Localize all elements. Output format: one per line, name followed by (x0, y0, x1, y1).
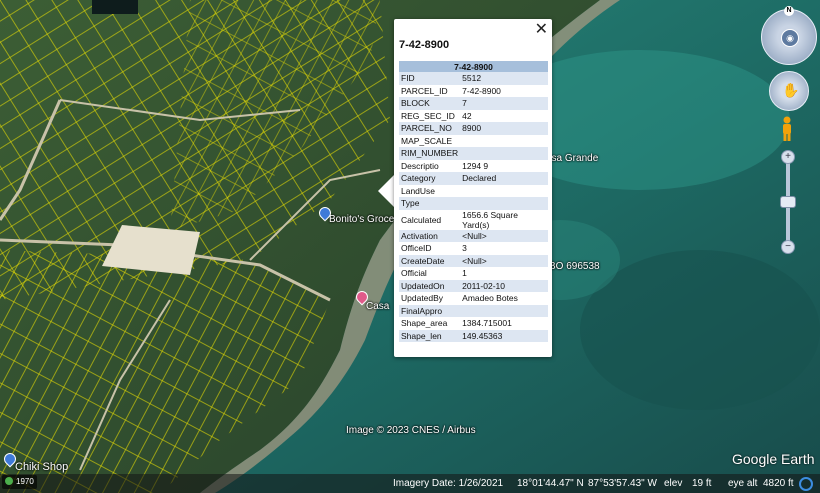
attribute-value: 149.45363 (460, 329, 548, 342)
attribute-key: Type (399, 197, 461, 210)
historical-imagery-badge[interactable]: 1970 (2, 475, 37, 489)
attribute-row: Activation <Null> (399, 229, 548, 242)
attribute-value: 3 (462, 243, 467, 254)
attribute-row: UpdatedOn 2011-02-10 (399, 279, 548, 292)
attribute-value: 1656.6 Square Yard(s) (462, 209, 518, 230)
zoom-out-button[interactable]: − (781, 240, 795, 254)
attribute-value: Amadeo Botes (462, 293, 518, 304)
attribute-value: 8900 (460, 122, 548, 135)
popup-title: 7-42-8900 (399, 39, 450, 51)
attribute-value: <Null> (460, 229, 548, 242)
attribute-row: CreateDate <Null> (399, 254, 548, 267)
attribute-key: Shape_area (401, 318, 448, 329)
attribute-row: LandUse (399, 185, 548, 198)
attribute-key: REG_SEC_ID (401, 110, 455, 121)
attribute-row: FinalAppro (399, 304, 548, 317)
attribute-row: OfficeID 3 (399, 242, 548, 255)
google-earth-logo: Google Earth (732, 451, 815, 467)
pan-control[interactable]: ✋ (769, 71, 809, 111)
attribute-value: 42 (462, 110, 472, 121)
attribute-value (460, 147, 548, 160)
map-label-bonitos: Bonito's Groce (329, 214, 395, 225)
attribute-row: PARCEL_ID 7-42-8900 (399, 85, 548, 98)
attribute-value: 1384.715001 (462, 318, 512, 329)
zoom-slider-thumb[interactable] (780, 196, 796, 208)
parcel-info-popup: ✕ 7-42-8900 7-42-8900 FID 5512 PARCEL_ID 7-… (394, 19, 552, 357)
attribute-value: Declared (460, 172, 548, 185)
attribute-key: RIM_NUMBER (399, 147, 461, 160)
attribute-key: Descriptio (401, 160, 439, 171)
attribute-key: Activation (399, 229, 461, 242)
attribute-key: UpdatedBy (401, 293, 444, 304)
imagery-date: Imagery Date: 1/26/2021 (393, 478, 504, 489)
attribute-row: FID 5512 (399, 72, 548, 85)
pegman-icon[interactable] (780, 116, 794, 142)
attribute-key: FinalAppro (399, 304, 461, 317)
attribute-value (460, 185, 548, 198)
map-label-bo-number: BO 696538 (549, 261, 600, 272)
attribute-row: Shape_area 1384.715001 (399, 317, 548, 330)
attribute-value: 1 (462, 268, 467, 279)
compass-control[interactable]: N ◉ (761, 6, 817, 65)
attribute-value: 1294 9 (462, 160, 489, 171)
attribute-key: Shape_len (399, 329, 461, 342)
elevation-label: elev (664, 478, 683, 489)
eye-alt-value: 4820 ft (763, 478, 794, 489)
attribute-value (460, 197, 548, 210)
attribute-table-header: 7-42-8900 (399, 61, 548, 72)
attribute-row: PARCEL_NO 8900 (399, 122, 548, 135)
attribute-key: Official (401, 268, 427, 279)
elevation-value: 19 ft (692, 478, 712, 489)
attribute-row: Calculated 1656.6 Square Yard(s) (399, 210, 548, 230)
attribute-row: UpdatedBy Amadeo Botes (399, 292, 548, 305)
north-indicator[interactable]: N (784, 6, 794, 16)
attribute-value: 2011-02-10 (460, 279, 548, 292)
longitude-readout: 87°53'57.43" W (588, 478, 657, 489)
attribute-value: 7-42-8900 (462, 85, 501, 96)
attribute-key: Category (399, 172, 461, 185)
attribute-key: MAP_SCALE (401, 135, 453, 146)
close-icon[interactable]: ✕ (535, 21, 548, 37)
attribute-row: Category Declared (399, 172, 548, 185)
attribute-key: BLOCK (399, 97, 461, 110)
attribute-row: Shape_len 149.45363 (399, 329, 548, 342)
streaming-status-icon (799, 477, 813, 491)
popup-pointer (378, 174, 395, 208)
attribute-value (460, 135, 548, 148)
attribute-value (460, 304, 548, 317)
clock-icon (5, 477, 13, 485)
attribute-row: Descriptio 1294 9 (399, 160, 548, 173)
attribute-value: 7 (460, 97, 548, 110)
latitude-readout: 18°01'44.47" N (517, 478, 584, 489)
map-label-chiki-shop: Chiki Shop (15, 461, 69, 473)
attribute-value: 5512 (460, 72, 548, 85)
zoom-in-button[interactable]: + (781, 150, 795, 164)
attribute-key: Calculated (401, 214, 442, 225)
eye-alt-label: eye alt (728, 478, 758, 489)
attribute-key: PARCEL_NO (399, 122, 461, 135)
attribute-value: <Null> (460, 254, 548, 267)
attribute-row: Official 1 (399, 267, 548, 280)
attribute-row: REG_SEC_ID 42 (399, 110, 548, 123)
attribute-key: CreateDate (399, 254, 461, 267)
look-around-icon[interactable]: ◉ (781, 29, 799, 47)
map-label-casa: Casa (366, 301, 390, 312)
historical-year: 1970 (16, 477, 34, 486)
map-label-casa-grande: asa Grande (546, 153, 599, 164)
hand-icon: ✋ (782, 82, 800, 98)
attribute-table: 7-42-8900 FID 5512 PARCEL_ID 7-42-8900 BLOCK… (399, 61, 548, 342)
attribute-row: RIM_NUMBER (399, 147, 548, 160)
attribute-key: PARCEL_ID (401, 85, 448, 96)
attribute-row: BLOCK 7 (399, 97, 548, 110)
attribute-key: UpdatedOn (399, 279, 461, 292)
imagery-copyright: Image © 2023 CNES / Airbus (346, 425, 476, 436)
attribute-row: Type (399, 197, 548, 210)
attribute-key: OfficeID (401, 243, 432, 254)
status-bar: Imagery Date: 1/26/2021 18°01'44.47" N 8… (0, 474, 820, 493)
attribute-key: FID (399, 72, 461, 85)
attribute-row: MAP_SCALE (399, 135, 548, 148)
attribute-key: LandUse (401, 185, 436, 196)
